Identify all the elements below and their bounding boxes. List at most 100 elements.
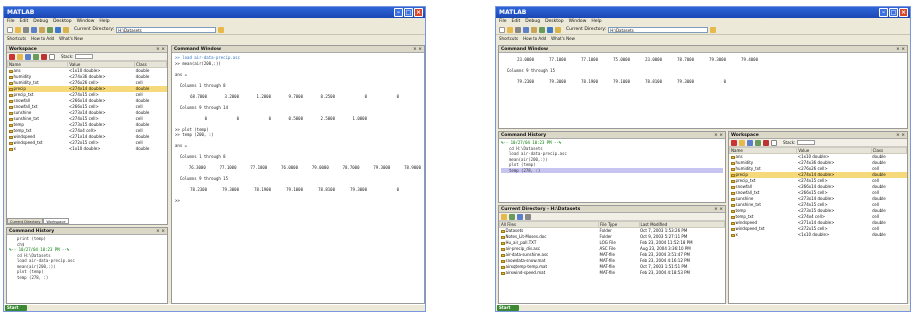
start-button[interactable]: Start (497, 305, 519, 311)
paste-icon[interactable] (39, 26, 45, 33)
table-row[interactable]: Hu_air_pall.TXT LOG File Feb 23, 2004 11:5… (500, 240, 725, 246)
simulink-icon[interactable] (547, 26, 553, 33)
undo-icon[interactable] (47, 26, 53, 33)
shortcuts-label[interactable]: Shortcuts (499, 35, 518, 42)
output-row: 79.2300 79.3000 78.1900 79.1000 78.8100 79.30… (502, 79, 904, 85)
menu-help[interactable]: Help (99, 18, 109, 25)
table-row[interactable]: airxwind-speed.mat MAT-file Feb 23, 2004 4… (500, 270, 725, 276)
open-selection-icon[interactable] (17, 53, 23, 60)
var-name-label: windspeed_txt (735, 226, 765, 231)
find-files-icon[interactable] (517, 213, 523, 220)
panel-close-icon[interactable]: × × (156, 46, 165, 53)
cut-icon[interactable] (515, 26, 521, 33)
menu-debug[interactable]: Debug (525, 18, 540, 25)
open-folder-icon[interactable] (507, 26, 513, 33)
undo-icon[interactable] (539, 26, 545, 33)
stack-select[interactable] (797, 140, 816, 145)
menu-desktop[interactable]: Desktop (545, 18, 564, 25)
panel-close-icon[interactable]: × × (896, 132, 905, 139)
up-folder-icon[interactable] (501, 213, 507, 220)
variable-icon (730, 173, 735, 177)
minimize-button[interactable]: – (394, 8, 403, 17)
command-output[interactable]: >> load air-data-precip.asc >> mean(air(2… (172, 53, 424, 206)
reports-icon[interactable] (525, 213, 531, 220)
history-title: Command History (501, 133, 547, 138)
command-window-close-icon[interactable]: × × (896, 46, 905, 53)
curdir-close-icon[interactable]: × × (714, 206, 723, 213)
new-file-icon[interactable] (7, 26, 13, 33)
command-output[interactable]: 23.0000 77.1000 77.1000 75.0000 23.0000 78.70… (499, 53, 907, 87)
table-row[interactable]: windspeed <271x14 double> double (8, 134, 167, 140)
table-row[interactable]: windspeed <271x14 double> double (730, 220, 907, 226)
cut-icon[interactable] (23, 26, 29, 33)
copy-icon[interactable] (523, 26, 529, 33)
close-button[interactable]: × (899, 8, 908, 17)
simulink-icon[interactable] (55, 26, 61, 33)
paste-icon[interactable] (531, 26, 537, 33)
start-button[interactable]: Start (5, 305, 27, 311)
whats-new-link[interactable]: What's New (59, 35, 83, 42)
menu-window[interactable]: Window (569, 18, 587, 25)
menu-help[interactable]: Help (591, 18, 601, 25)
file-name-label: Notes_Lit-Moses.doc (505, 234, 547, 239)
delete-icon[interactable] (41, 53, 47, 60)
table-row[interactable]: sunshine <273x14 double> double (8, 110, 167, 116)
current-directory-title: Current Directory - H:\Datasets (501, 207, 581, 212)
curdir-toolbar (499, 213, 725, 221)
table-row[interactable]: x <1x10 double> double (730, 232, 907, 238)
maximize-button[interactable]: □ (889, 8, 898, 17)
menu-edit[interactable]: Edit (512, 18, 521, 25)
output-value: 8.2500 (320, 93, 335, 99)
whats-new-link[interactable]: What's New (551, 35, 575, 42)
table-row[interactable]: air-precip_dis.asc ASC File Aug 23, 2004 3… (500, 246, 725, 252)
menu-edit[interactable]: Edit (20, 18, 29, 25)
copy-icon[interactable] (31, 26, 37, 33)
menu-window[interactable]: Window (77, 18, 95, 25)
tab-workspace[interactable]: Workspace (43, 218, 69, 224)
file-icon (500, 253, 505, 257)
plot-select-icon[interactable] (49, 53, 55, 60)
save-workspace-icon[interactable] (755, 139, 761, 146)
stack-select[interactable] (75, 54, 94, 59)
import-data-icon[interactable] (747, 139, 753, 146)
browse-folder-icon[interactable] (710, 26, 717, 33)
help-icon[interactable] (555, 26, 561, 33)
history-close-icon[interactable]: × × (714, 132, 723, 139)
maximize-button[interactable]: □ (404, 8, 413, 17)
variable-icon (730, 191, 735, 195)
menu-file[interactable]: File (7, 18, 15, 25)
menu-desktop[interactable]: Desktop (53, 18, 72, 25)
history-entry[interactable]: temp (278, :) (9, 275, 165, 281)
how-to-add-link[interactable]: How to Add (31, 35, 54, 42)
current-dir-input[interactable]: H:\Datasets (608, 26, 709, 33)
output-row: 68.7000 3.2000 1.2000 9.7000 8.2500 0 0 (175, 94, 421, 100)
open-selection-icon[interactable] (739, 139, 745, 146)
new-folder-icon[interactable] (509, 213, 515, 220)
variable-icon (730, 221, 735, 225)
history-entry[interactable]: temp (278, :) (501, 167, 723, 173)
output-value: 78.1900 (254, 187, 271, 192)
menu-debug[interactable]: Debug (33, 18, 48, 25)
browse-folder-icon[interactable] (218, 26, 225, 33)
minimize-button[interactable]: – (879, 8, 888, 17)
new-variable-icon[interactable] (731, 139, 737, 146)
new-file-icon[interactable] (499, 26, 505, 33)
menu-file[interactable]: File (499, 18, 507, 25)
import-data-icon[interactable] (25, 53, 31, 60)
history-close-icon[interactable]: × × (156, 228, 165, 235)
how-to-add-link[interactable]: How to Add (523, 35, 546, 42)
var-name-label: humidity_txt (13, 80, 39, 85)
command-window-close-icon[interactable]: × × (413, 46, 422, 53)
shortcuts-label[interactable]: Shortcuts (7, 35, 26, 42)
new-variable-icon[interactable] (9, 53, 15, 60)
file-name-label: Hu_air_pall.TXT (505, 240, 537, 245)
close-button[interactable]: × (414, 8, 423, 17)
plot-select-icon[interactable] (771, 139, 777, 146)
help-icon[interactable] (63, 26, 69, 33)
open-folder-icon[interactable] (15, 26, 21, 33)
delete-icon[interactable] (763, 139, 769, 146)
table-row[interactable]: x <1x10 double> double (8, 146, 167, 152)
tab-current-directory[interactable]: Current Directory (7, 218, 44, 224)
current-dir-input[interactable]: H:\Datasets (116, 26, 217, 33)
save-workspace-icon[interactable] (33, 53, 39, 60)
